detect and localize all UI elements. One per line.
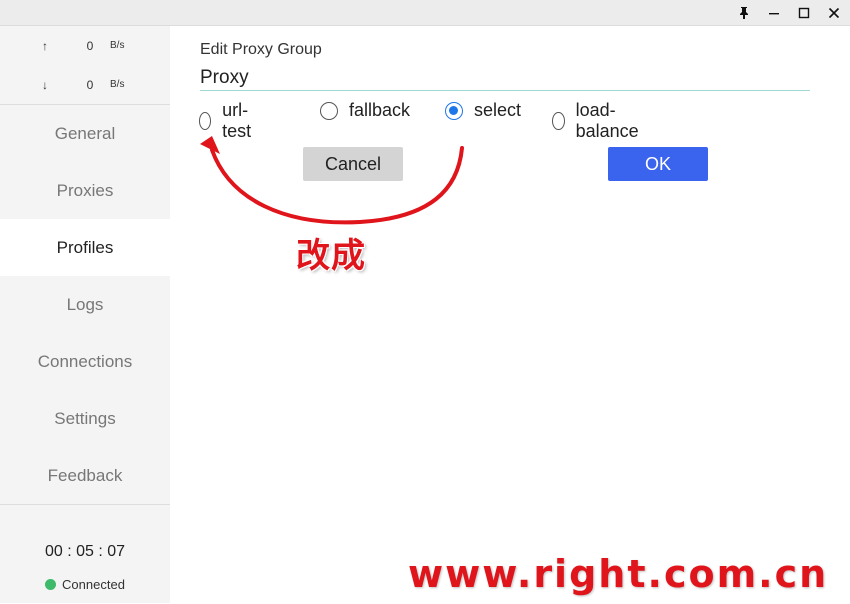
traffic-panel: ↑ 0 B/s ↓ 0 B/s: [0, 26, 170, 105]
sidebar-footer: 00 : 05 : 07 Connected: [0, 504, 170, 604]
minimize-icon[interactable]: [759, 0, 789, 25]
upload-unit: B/s: [110, 40, 125, 51]
radio-circle[interactable]: [552, 112, 565, 130]
uptime-clock: 00 : 05 : 07: [44, 543, 126, 560]
sidebar-item-logs[interactable]: Logs: [0, 276, 170, 333]
radio-select[interactable]: select: [445, 100, 521, 121]
sidebar-item-connections[interactable]: Connections: [0, 333, 170, 390]
annotation-arrow-icon: [200, 136, 464, 225]
upload-value: 0: [86, 38, 94, 53]
radio-label: load-balance: [575, 100, 639, 141]
radio-fallback[interactable]: fallback: [320, 100, 410, 121]
pin-icon[interactable]: [729, 0, 759, 25]
ok-button[interactable]: OK: [608, 147, 708, 181]
radio-circle[interactable]: [320, 101, 338, 120]
watermark-text: www.right.com.cn: [408, 552, 829, 596]
status-dot-icon: [45, 579, 57, 590]
annotation-text: 改成: [296, 236, 366, 276]
radio-load-balance[interactable]: load-balance: [552, 100, 644, 142]
connection-status: Connected: [0, 577, 170, 592]
sidebar-item-profiles[interactable]: Profiles: [0, 219, 170, 276]
sidebar-item-feedback[interactable]: Feedback: [0, 447, 170, 504]
sidebar-item-proxies[interactable]: Proxies: [0, 162, 170, 219]
sidebar-item-settings[interactable]: Settings: [0, 390, 170, 447]
sidebar: ↑ 0 B/s ↓ 0 B/s General Proxies Profiles…: [0, 26, 170, 603]
radio-label: fallback: [349, 100, 411, 120]
radio-label: select: [474, 100, 522, 120]
download-unit: B/s: [110, 79, 125, 90]
download-value: 0: [86, 77, 94, 92]
dialog-title: Edit Proxy Group: [200, 41, 322, 58]
download-arrow-icon: ↓: [42, 77, 48, 92]
sidebar-nav: General Proxies Profiles Logs Connection…: [0, 105, 170, 504]
group-name-input[interactable]: [200, 66, 810, 91]
sidebar-item-general[interactable]: General: [0, 105, 170, 162]
maximize-icon[interactable]: [789, 0, 819, 25]
upload-arrow-icon: ↑: [42, 38, 48, 53]
status-label: Connected: [62, 577, 125, 592]
radio-circle[interactable]: [199, 112, 212, 130]
title-bar: [0, 0, 850, 26]
download-speed: ↓ 0 B/s: [0, 65, 170, 104]
radio-circle-checked[interactable]: [445, 101, 463, 120]
close-icon[interactable]: [819, 0, 849, 25]
upload-speed: ↑ 0 B/s: [0, 26, 170, 65]
